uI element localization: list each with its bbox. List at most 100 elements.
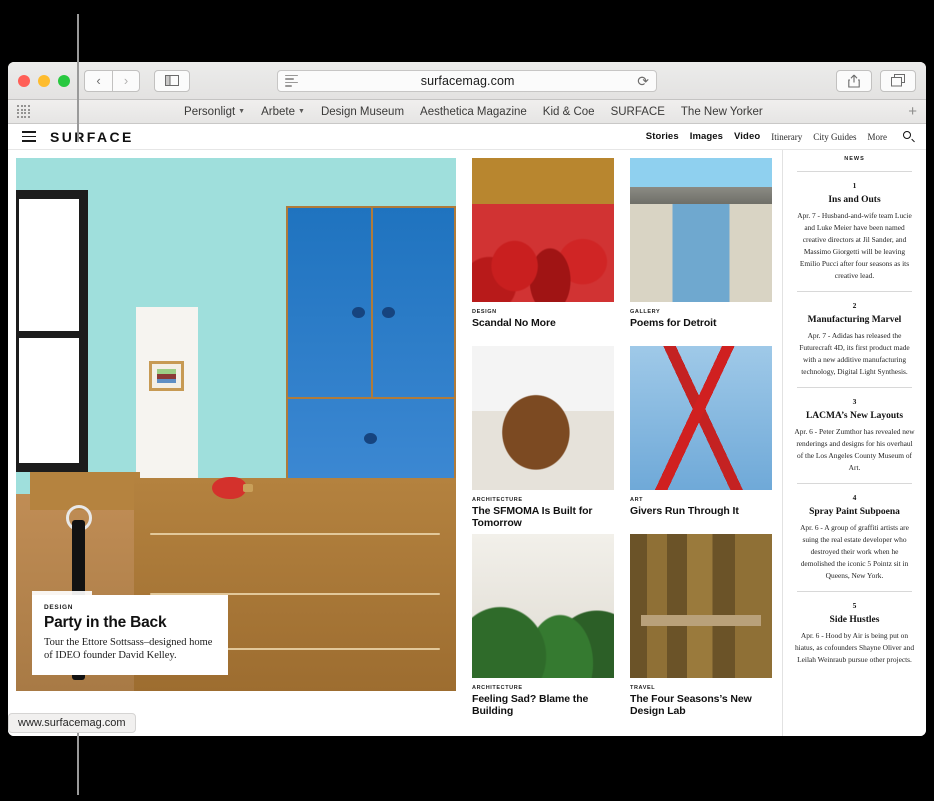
chevron-down-icon: ▼ xyxy=(238,108,246,115)
hero-framed-artwork xyxy=(157,368,176,383)
reader-view-icon[interactable] xyxy=(285,74,298,87)
site-logo[interactable]: SURFACE xyxy=(50,129,134,145)
article-card[interactable]: TRAVEL The Four Seasons’s New Design Lab xyxy=(630,534,772,722)
status-bar-url: www.surfacemag.com xyxy=(8,713,136,733)
hero-image[interactable]: ← 1/3 → DESIGN Party in the Back Tour th… xyxy=(16,158,456,691)
show-all-bookmarks-icon[interactable] xyxy=(17,105,30,118)
news-body: Apr. 6 - Hood by Air is being put on hia… xyxy=(794,630,915,664)
news-title: LACMA’s New Layouts xyxy=(805,410,904,421)
bookmark-items: Personligt ▼ Arbete ▼ Design Museum Aest… xyxy=(184,106,763,118)
news-item[interactable]: 2 Manufacturing Marvel Apr. 7 - Adidas h… xyxy=(793,301,916,378)
sidebar-icon[interactable] xyxy=(154,69,190,92)
news-title: Side Hustles xyxy=(829,614,880,625)
article-card[interactable]: ART Givers Run Through It xyxy=(630,346,772,534)
news-number: 4 xyxy=(852,492,857,502)
article-title: The Four Seasons’s New Design Lab xyxy=(630,693,752,717)
hamburger-icon[interactable] xyxy=(22,131,36,142)
news-title: Manufacturing Marvel xyxy=(807,314,902,325)
nav-item-images[interactable]: Images xyxy=(690,131,723,142)
bookmark-design-museum[interactable]: Design Museum xyxy=(321,106,404,118)
article-kicker: ARCHITECTURE xyxy=(472,497,523,503)
close-window-button[interactable] xyxy=(18,74,30,87)
news-body: Apr. 6 - A group of graffiti artists are… xyxy=(800,522,909,580)
hero-blue-cabinet xyxy=(286,205,456,510)
article-kicker: TRAVEL xyxy=(630,685,656,691)
news-number: 3 xyxy=(852,396,857,406)
article-title: Scandal No More xyxy=(472,317,556,329)
share-icon[interactable] xyxy=(836,69,872,92)
article-card[interactable]: ARCHITECTURE The SFMOMA Is Built for Tom… xyxy=(472,346,614,534)
article-thumbnail xyxy=(472,346,614,490)
divider xyxy=(797,386,912,388)
article-card[interactable]: GALLERY Poems for Detroit xyxy=(630,158,772,346)
site-header: SURFACE Stories Images Video Itinerary C… xyxy=(8,124,926,150)
magnifier-glyph xyxy=(903,131,915,143)
news-sidebar: NEWS 1 Ins and Outs Apr. 7 - Husband-and… xyxy=(782,150,926,736)
news-body: Apr. 6 - Peter Zumthor has revealed new … xyxy=(794,426,915,472)
article-title: Poems for Detroit xyxy=(630,317,717,329)
news-item[interactable]: 4 Spray Paint Subpoena Apr. 6 - A group … xyxy=(793,493,916,582)
news-number: 1 xyxy=(852,181,857,190)
news-number: 5 xyxy=(852,600,857,610)
article-kicker: ART xyxy=(630,497,644,503)
article-card[interactable]: ARCHITECTURE Feeling Sad? Blame the Buil… xyxy=(472,534,614,722)
dresser-drawer-line xyxy=(150,533,440,536)
tab-overview-glyph xyxy=(891,74,905,87)
toolbar-right-group xyxy=(836,69,916,92)
hero-picture-frame xyxy=(149,360,184,391)
news-item[interactable]: 3 LACMA’s New Layouts Apr. 6 - Peter Zum… xyxy=(793,397,916,474)
browser-toolbar: ‹ › surfacemag.com ⟳ xyxy=(8,62,926,100)
article-thumbnail xyxy=(472,158,614,302)
search-icon[interactable] xyxy=(903,131,915,143)
chevron-down-icon: ▼ xyxy=(298,108,305,115)
hero-caption-card[interactable]: DESIGN Party in the Back Tour the Ettore… xyxy=(32,594,228,675)
news-title: Spray Paint Subpoena xyxy=(809,506,900,517)
safari-browser-window: ‹ › surfacemag.com ⟳ Personligt ▼ Arbete… xyxy=(8,62,926,736)
nav-item-more[interactable]: More xyxy=(868,132,888,142)
divider xyxy=(797,171,912,172)
cabinet-knob xyxy=(382,306,395,318)
hero-red-object xyxy=(212,477,253,500)
article-grid: DESIGN Scandal No More GALLERY Poems for… xyxy=(458,150,782,736)
back-button[interactable]: ‹ xyxy=(84,69,112,92)
divider xyxy=(797,482,912,484)
nav-item-city-guides[interactable]: City Guides xyxy=(813,132,856,142)
address-input[interactable]: surfacemag.com xyxy=(298,74,637,88)
nav-item-video[interactable]: Video xyxy=(734,131,760,142)
zoom-window-button[interactable] xyxy=(58,74,70,87)
bookmark-arbete[interactable]: Arbete ▼ xyxy=(261,106,305,118)
divider xyxy=(797,590,912,592)
news-item[interactable]: 5 Side Hustles Apr. 6 - Hood by Air is b… xyxy=(793,601,916,666)
bookmark-aesthetica-magazine[interactable]: Aesthetica Magazine xyxy=(420,106,527,118)
news-title: Ins and Outs xyxy=(828,195,881,205)
bookmark-the-new-yorker[interactable]: The New Yorker xyxy=(681,106,763,118)
news-heading: NEWS xyxy=(844,156,865,162)
article-title: Givers Run Through It xyxy=(630,505,739,517)
news-number: 2 xyxy=(852,300,857,310)
news-item[interactable]: 1 Ins and Outs Apr. 7 - Husband-and-wife… xyxy=(793,181,916,282)
hero-description: Tour the Ettore Sottsass–designed home o… xyxy=(44,636,213,662)
article-kicker: ARCHITECTURE xyxy=(472,685,523,691)
nav-item-stories[interactable]: Stories xyxy=(646,131,679,142)
article-thumbnail xyxy=(472,534,614,678)
news-body: Apr. 7 - Adidas has released the Futurec… xyxy=(799,330,910,376)
forward-button[interactable]: › xyxy=(112,69,140,92)
add-bookmark-button[interactable]: + xyxy=(908,104,917,119)
sidebar-glyph xyxy=(165,75,179,86)
cabinet-knob xyxy=(364,432,377,444)
bookmark-surface[interactable]: SURFACE xyxy=(611,106,665,118)
article-kicker: GALLERY xyxy=(630,309,661,315)
navigation-buttons: ‹ › xyxy=(84,69,140,92)
web-page-content: SURFACE Stories Images Video Itinerary C… xyxy=(8,124,926,736)
nav-item-itinerary[interactable]: Itinerary xyxy=(771,132,802,142)
minimize-window-button[interactable] xyxy=(38,74,50,87)
bookmark-kid-and-coe[interactable]: Kid & Coe xyxy=(543,106,595,118)
reload-icon[interactable]: ⟳ xyxy=(637,74,649,88)
article-title: Feeling Sad? Blame the Building xyxy=(472,693,589,717)
bookmark-label: Arbete xyxy=(261,105,295,118)
screenshot-stage: ‹ › surfacemag.com ⟳ Personligt ▼ Arbete… xyxy=(0,0,934,801)
article-card[interactable]: DESIGN Scandal No More xyxy=(472,158,614,346)
address-bar[interactable]: surfacemag.com ⟳ xyxy=(277,69,657,92)
tab-overview-icon[interactable] xyxy=(880,69,916,92)
bookmark-personligt[interactable]: Personligt ▼ xyxy=(184,106,245,118)
